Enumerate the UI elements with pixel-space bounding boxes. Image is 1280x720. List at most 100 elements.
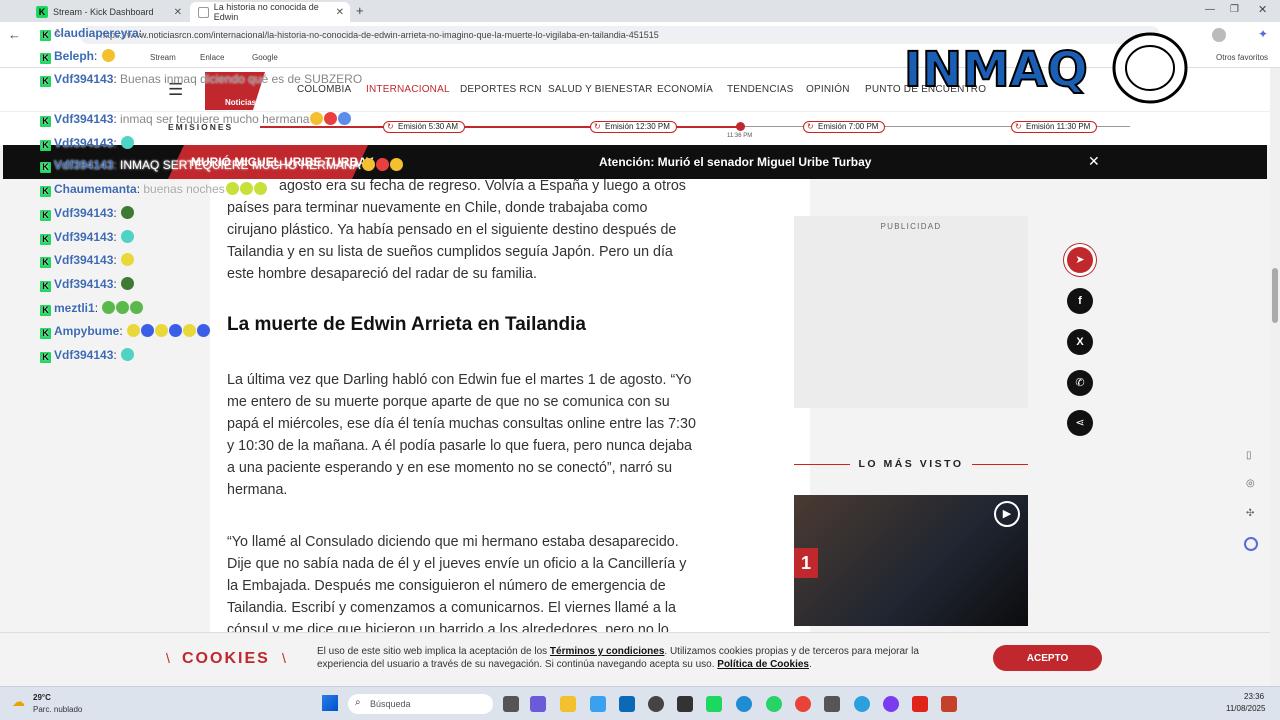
alert-text[interactable]: Atención: Murió el senador Miguel Uribe …: [599, 155, 871, 169]
weather-icon[interactable]: ☁: [12, 694, 25, 710]
emoji-icon: [121, 277, 135, 290]
explorer-icon[interactable]: [560, 696, 576, 712]
new-tab-icon[interactable]: +: [356, 3, 364, 18]
chat-message: K Chaumemanta: buenas noches: [40, 182, 267, 197]
kick-taskbar-icon[interactable]: [706, 696, 722, 712]
bookmark-google[interactable]: Google: [252, 53, 278, 62]
search-placeholder: Búsqueda: [370, 699, 411, 709]
task-view-icon[interactable]: [503, 696, 519, 712]
acrobat-icon[interactable]: [912, 696, 928, 712]
other-bookmarks[interactable]: Otros favoritos: [1216, 53, 1268, 62]
ad-label: PUBLICIDAD: [880, 222, 942, 231]
emision-530[interactable]: Emisión 5:30 AM: [383, 121, 466, 133]
whatsapp-icon[interactable]: [766, 696, 782, 712]
reading-icon[interactable]: ▯: [1246, 450, 1252, 461]
emoji-icon: [239, 182, 253, 195]
cookie-policy-link[interactable]: Política de Cookies: [717, 659, 809, 670]
emision-700[interactable]: Emisión 7:00 PM: [803, 121, 886, 133]
minimize-icon[interactable]: —: [1205, 4, 1215, 15]
back-icon[interactable]: ←: [8, 27, 21, 42]
app-icon[interactable]: [824, 696, 840, 712]
emoji-icon: [155, 324, 169, 337]
bookmark-stream[interactable]: Stream: [150, 53, 176, 62]
chat-text: Buenas inmaq diciendo qué es de SUBZERO: [120, 72, 363, 86]
copilot-icon[interactable]: ✦: [1258, 27, 1268, 41]
emoji-icon: [361, 158, 375, 171]
nav-internacional[interactable]: INTERNACIONAL: [366, 84, 450, 95]
chat-user: Chaumemanta: [54, 182, 137, 196]
tab-kick-dashboard[interactable]: K Stream - Kick Dashboard ✕: [28, 2, 188, 22]
teams-icon[interactable]: [530, 696, 546, 712]
kick-icon: K: [40, 257, 51, 268]
nav-salud[interactable]: SALUD Y BIENESTAR: [548, 84, 653, 95]
whatsapp-share-icon[interactable]: ✆: [1067, 370, 1093, 396]
most-viewed-title: LO MÁS VISTO: [858, 458, 964, 470]
chat-user: Vdf394143: [54, 136, 114, 150]
kick-icon: K: [40, 30, 51, 41]
bookmark-enlace[interactable]: Enlace: [200, 53, 224, 62]
chrome-icon[interactable]: [795, 696, 811, 712]
windows-start-icon[interactable]: [322, 695, 338, 711]
chat-message: Kclaudiapereyra:: [40, 26, 142, 41]
close-window-icon[interactable]: ✕: [1258, 3, 1267, 16]
taskbar-search[interactable]: Búsqueda: [348, 694, 493, 714]
store-icon[interactable]: [590, 696, 606, 712]
scrollbar[interactable]: [1270, 68, 1280, 686]
assistant-icon[interactable]: [1244, 537, 1258, 551]
emoji-icon: [121, 206, 135, 219]
emoji-icon: [225, 182, 239, 195]
extension-icon[interactable]: ✣: [1246, 508, 1254, 519]
x-share-icon[interactable]: X: [1067, 329, 1093, 355]
tab-article[interactable]: La historia no conocida de Edwin ✕: [190, 2, 350, 22]
article-paragraph: “Yo llamé al Consulado diciendo que mi h…: [227, 534, 687, 632]
facebook-share-icon[interactable]: f: [1067, 288, 1093, 314]
terms-link[interactable]: Términos y condiciones: [550, 646, 664, 657]
app-icon[interactable]: [677, 696, 693, 712]
chat-user: meztli1: [54, 301, 95, 315]
close-icon[interactable]: ✕: [1088, 153, 1100, 170]
app-icon[interactable]: [648, 696, 664, 712]
maximize-icon[interactable]: ❐: [1230, 4, 1239, 15]
obs-icon[interactable]: [883, 696, 899, 712]
pin-icon[interactable]: ◎: [1246, 478, 1255, 489]
emision-1130[interactable]: Emisión 11:30 PM: [1011, 121, 1098, 133]
telegram-icon[interactable]: [854, 696, 870, 712]
seal-emblem: [1112, 32, 1188, 104]
logo-text: Noticias: [225, 98, 257, 107]
close-icon[interactable]: ✕: [174, 7, 182, 18]
chat-user: Vdf394143: [54, 253, 114, 267]
cookie-title: COOKIES: [182, 650, 270, 667]
edge-icon[interactable]: [736, 696, 752, 712]
chat-message: K Vdf394143:: [40, 253, 135, 268]
kick-icon: K: [40, 305, 51, 316]
most-viewed-thumbnail[interactable]: 1 ▶: [794, 495, 1028, 626]
chat-user: Vdf394143: [54, 206, 114, 220]
telegram-share-icon[interactable]: ➤: [1067, 247, 1093, 273]
powerpoint-icon[interactable]: [941, 696, 957, 712]
nav-opinion[interactable]: OPINIÓN: [806, 84, 850, 95]
outlook-icon[interactable]: [619, 696, 635, 712]
kick-icon: K: [40, 234, 51, 245]
chat-message: K Beleph:: [40, 49, 115, 64]
chat-message: K Vdf394143:: [40, 348, 135, 363]
nav-deportes[interactable]: DEPORTES RCN: [460, 84, 542, 95]
temperature: 29°C: [33, 693, 51, 702]
close-icon[interactable]: ✕: [336, 7, 344, 18]
chat-user: Ampybume: [54, 324, 120, 338]
emoji-icon: [389, 158, 403, 171]
nav-tendencias[interactable]: TENDENCIAS: [727, 84, 793, 95]
scrollbar-thumb[interactable]: [1272, 268, 1278, 323]
accept-cookies-button[interactable]: ACEPTO: [993, 645, 1102, 671]
emoji-icon: [116, 301, 130, 314]
nav-economia[interactable]: ECONOMÍA: [657, 84, 713, 95]
kick-icon: K: [40, 140, 51, 151]
emision-1230[interactable]: Emisión 12:30 PM: [590, 121, 677, 133]
cookie-text-part: El uso de este sitio web implica la acep…: [317, 646, 550, 657]
browser-tab-bar: K Stream - Kick Dashboard ✕ La historia …: [0, 0, 1280, 22]
play-icon[interactable]: ▶: [994, 501, 1020, 527]
share-icon[interactable]: ⋖: [1067, 410, 1093, 436]
emoji-icon: [197, 324, 211, 337]
cookie-text: El uso de este sitio web implica la acep…: [317, 645, 967, 671]
chat-text: inmaq ser tequiere mucho hermana: [120, 112, 310, 126]
logo-wordmark: INMAQ: [904, 42, 1088, 98]
